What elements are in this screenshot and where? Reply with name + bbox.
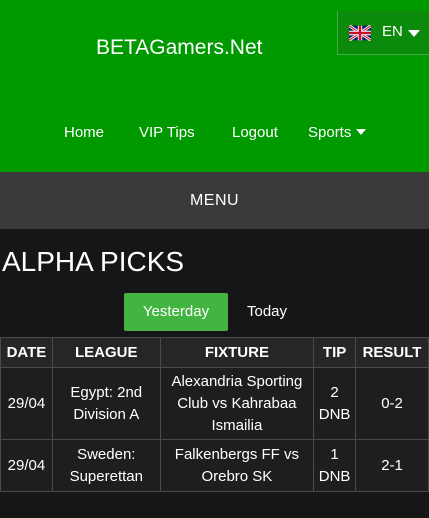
header-result: RESULT <box>355 337 429 368</box>
cell-fixture: Falkenbergs FF vs Orebro SK <box>159 439 315 492</box>
nav-vip-tips[interactable]: VIP Tips <box>139 124 195 141</box>
page-title: ALPHA PICKS <box>2 246 185 277</box>
cell-league: Egypt: 2nd Division A <box>51 367 161 440</box>
tab-today[interactable]: Today <box>232 293 302 331</box>
menu-label: MENU <box>189 192 240 209</box>
main-nav: Home VIP Tips Logout Sports <box>0 124 429 144</box>
caret-down-icon <box>356 129 367 135</box>
menu-toggle-bar[interactable]: MENU <box>0 172 429 229</box>
cell-tip: 2 DNB <box>313 367 357 440</box>
table-row: 29/04 Egypt: 2nd Division A Alexandria S… <box>0 367 429 440</box>
cell-date: 29/04 <box>0 439 53 492</box>
picks-table: DATE LEAGUE FIXTURE TIP RESULT 29/04 Egy… <box>0 337 429 492</box>
nav-sports[interactable]: Sports <box>308 124 367 141</box>
table-header-row: DATE LEAGUE FIXTURE TIP RESULT <box>0 337 429 368</box>
nav-logout[interactable]: Logout <box>232 124 278 141</box>
nav-home[interactable]: Home <box>64 124 104 141</box>
cell-league: Sweden: Superettan <box>51 439 161 492</box>
table-row: 29/04 Sweden: Superettan Falkenbergs FF … <box>0 439 429 492</box>
chevron-down-icon <box>408 30 420 37</box>
uk-flag-icon <box>349 25 371 41</box>
header-fixture: FIXTURE <box>159 337 315 368</box>
header-tip: TIP <box>313 337 357 368</box>
cell-result: 2-1 <box>355 439 429 492</box>
nav-sports-label: Sports <box>308 124 352 141</box>
site-brand[interactable]: BETAGamers.Net <box>96 36 262 60</box>
language-selector[interactable]: EN <box>337 11 429 55</box>
cell-fixture: Alexandria Sporting Club vs Kahrabaa Ism… <box>159 367 315 440</box>
cell-result: 0-2 <box>355 367 429 440</box>
cell-date: 29/04 <box>0 367 53 440</box>
header-date: DATE <box>0 337 53 368</box>
header-league: LEAGUE <box>51 337 161 368</box>
site-header: BETAGamers.Net EN Home VIP Tips Logout S… <box>0 0 429 172</box>
cell-tip: 1 DNB <box>313 439 357 492</box>
tab-yesterday[interactable]: Yesterday <box>124 293 228 331</box>
language-code: EN <box>382 23 403 40</box>
